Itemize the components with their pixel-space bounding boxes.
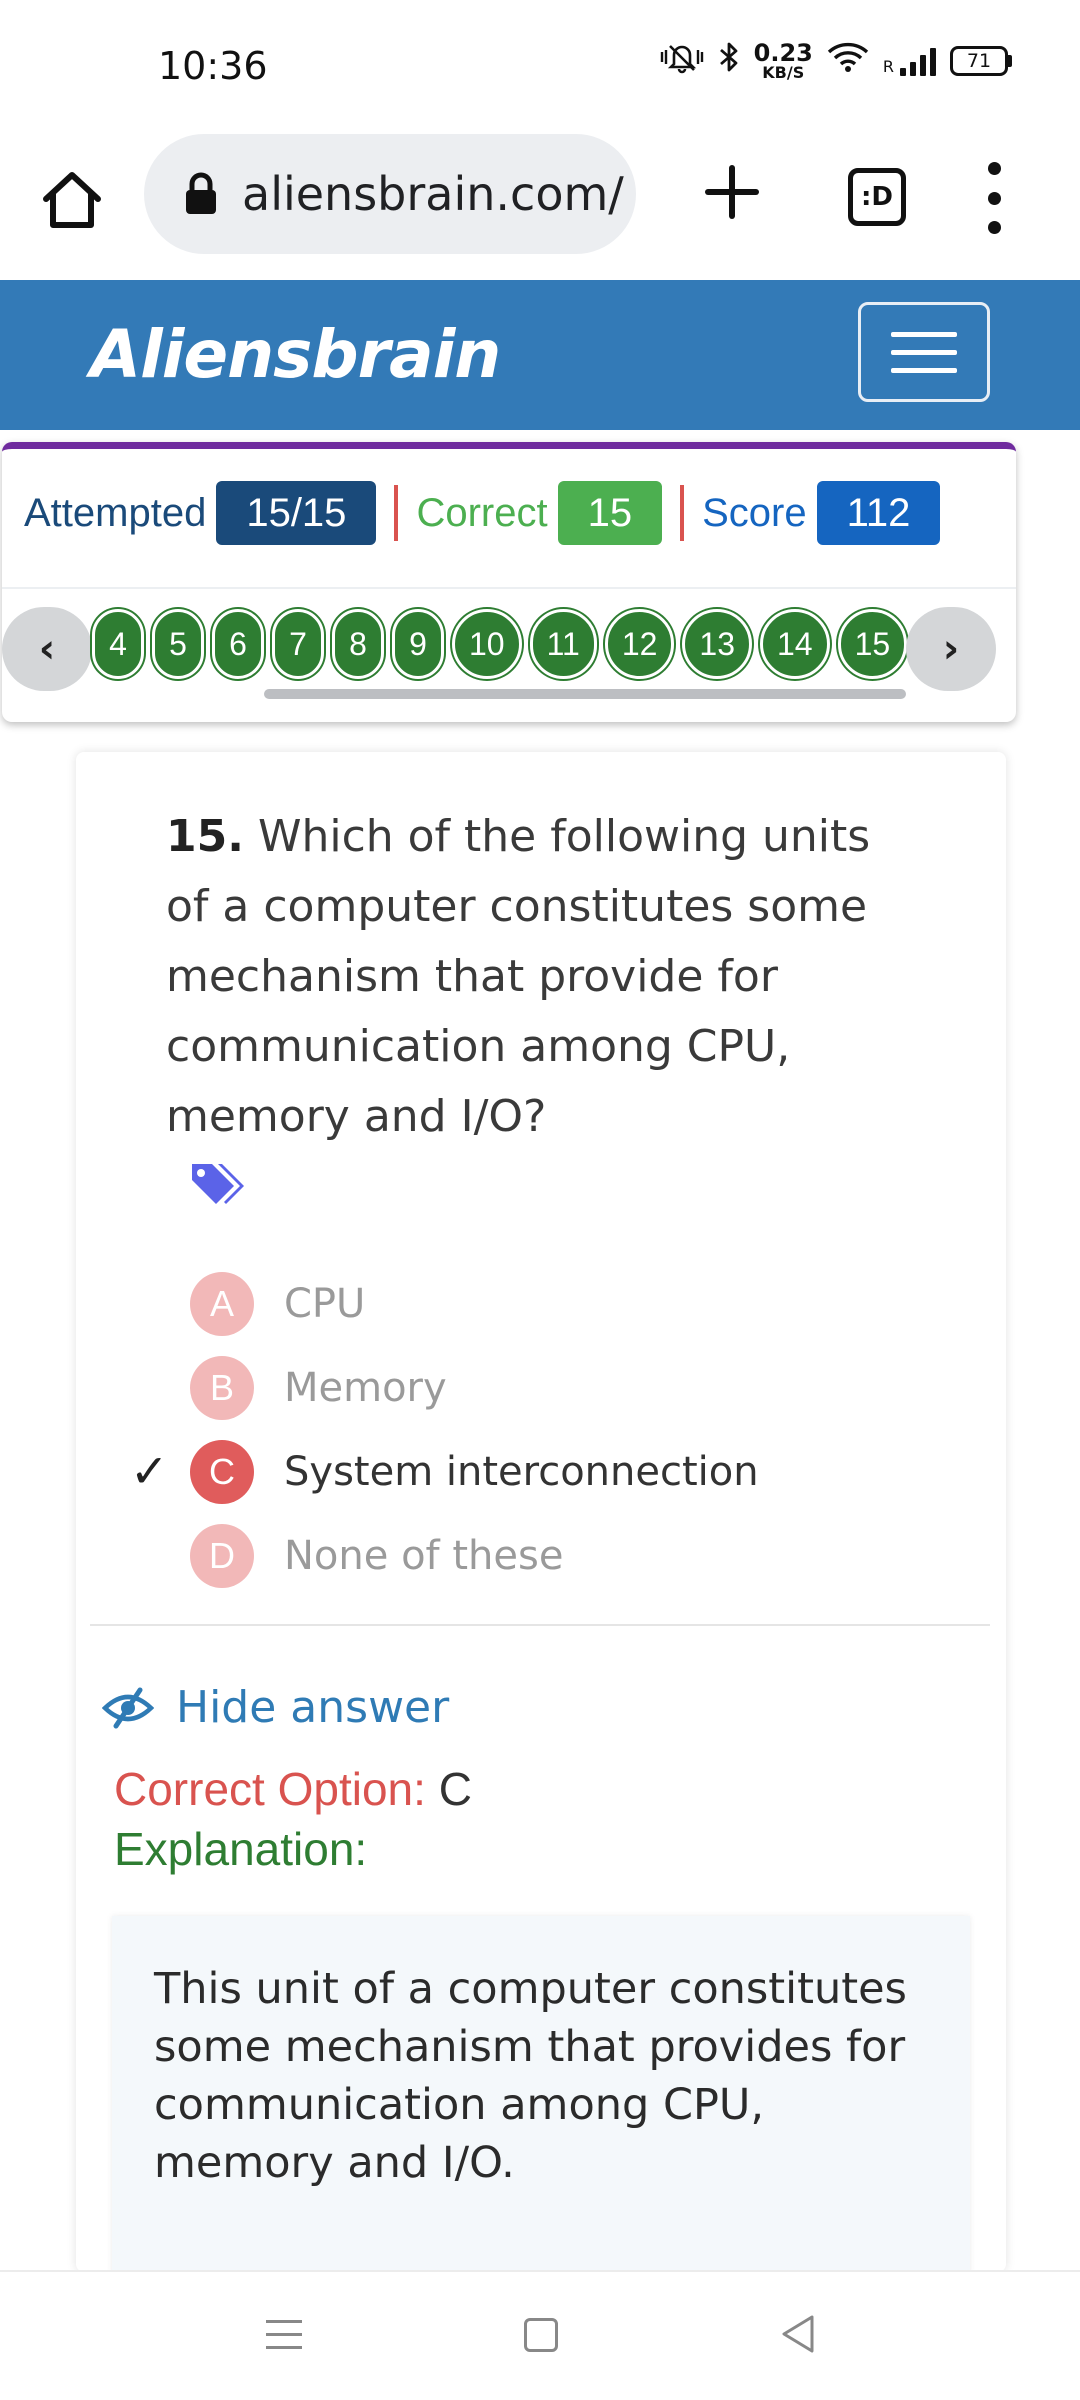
answer-options: A CPU B Memory ✓ C System interconnection D None… — [130, 1262, 759, 1598]
question-list-scrollbar[interactable] — [264, 689, 906, 699]
hide-answer-link[interactable]: Hide answer — [102, 1682, 449, 1733]
battery-icon: 71 — [950, 46, 1012, 76]
question-number-pill[interactable]: 12 — [604, 609, 675, 679]
explanation-box: This unit of a computer constitutes some… — [112, 1916, 970, 2276]
answer-option-a[interactable]: A CPU — [190, 1262, 759, 1346]
question-text: 15. Which of the following units of a co… — [166, 802, 926, 1152]
attempted-badge: 15/15 — [216, 481, 377, 545]
question-number-pill[interactable]: 7 — [272, 609, 324, 679]
prev-question-button[interactable]: ‹ — [2, 607, 92, 691]
menu-toggle-button[interactable] — [858, 302, 990, 402]
separator — [680, 485, 685, 541]
stats-row: Attempted 15/15 Correct 15 Score 112 — [24, 481, 941, 545]
question-number-pill[interactable]: 4 — [92, 609, 144, 679]
more-options-button[interactable] — [982, 162, 1006, 234]
correct-label: Correct — [416, 490, 548, 535]
address-bar[interactable]: aliensbrain.com/ — [144, 134, 636, 254]
correct-badge: 15 — [557, 481, 663, 545]
option-letter-badge: B — [190, 1356, 254, 1420]
wifi-icon — [827, 41, 869, 81]
divider — [2, 587, 1016, 589]
option-text: None of these — [284, 1533, 564, 1579]
hamburger-line — [891, 367, 957, 373]
divider — [90, 1624, 990, 1626]
option-text: Memory — [284, 1365, 447, 1411]
speed-unit: KB/S — [762, 63, 805, 82]
checkmark-icon: ✓ — [130, 1444, 169, 1498]
cell-signal-icon: R — [883, 46, 936, 76]
option-letter-badge: D — [190, 1524, 254, 1588]
correct-option-value: C — [438, 1763, 472, 1815]
tag-icon[interactable] — [190, 1160, 246, 1210]
eye-slash-icon — [102, 1687, 154, 1728]
site-navbar: Aliensbrain — [0, 280, 1080, 430]
question-number-pill[interactable]: 13 — [682, 609, 752, 679]
bluetooth-icon — [718, 40, 740, 82]
explanation-label: Explanation: — [114, 1823, 368, 1875]
hamburger-line — [891, 331, 957, 337]
question-number-pill[interactable]: 15 — [837, 609, 908, 679]
home-nav-button[interactable] — [524, 2318, 558, 2352]
more-dot — [987, 221, 1001, 234]
status-time: 10:36 — [158, 44, 268, 88]
system-navigation-bar — [0, 2270, 1080, 2400]
home-button[interactable] — [36, 164, 108, 236]
new-tab-button[interactable] — [700, 164, 764, 228]
score-label: Score — [702, 490, 807, 535]
question-number-pill[interactable]: 6 — [212, 609, 264, 679]
more-dot — [987, 162, 1001, 175]
recent-apps-button[interactable] — [266, 2320, 302, 2349]
option-text: System interconnection — [284, 1449, 759, 1495]
url-text: aliensbrain.com/ — [242, 167, 624, 221]
explanation-text: This unit of a computer constitutes some… — [154, 1964, 907, 2188]
browser-toolbar: aliensbrain.com/ :D — [0, 120, 1080, 280]
network-speed: 0.23 KB/S — [754, 41, 813, 81]
question-number-pill[interactable]: 14 — [760, 609, 830, 679]
question-card: 15. Which of the following units of a co… — [76, 752, 1006, 2276]
score-badge: 112 — [816, 481, 941, 545]
answer-option-d[interactable]: D None of these — [190, 1514, 759, 1598]
more-dot — [987, 191, 1001, 205]
option-letter-badge: C — [190, 1440, 254, 1504]
battery-level: 71 — [950, 46, 1008, 76]
question-number-pill[interactable]: 11 — [529, 609, 597, 679]
question-number-pill[interactable]: 5 — [152, 609, 204, 679]
plus-icon — [705, 165, 759, 219]
question-number-list: 4 5 6 7 8 9 10 11 12 13 14 15 — [92, 609, 908, 679]
hamburger-line — [891, 349, 957, 355]
roaming-label: R — [882, 57, 894, 76]
question-number-pill[interactable]: 10 — [452, 609, 522, 679]
tab-switcher-button[interactable]: :D — [848, 168, 906, 226]
brand-logo[interactable]: Aliensbrain — [90, 316, 501, 393]
lock-icon — [186, 172, 216, 214]
status-bar: 10:36 0.23 KB/S R 71 — [0, 0, 1080, 120]
next-question-button[interactable]: › — [906, 607, 996, 691]
mute-vibrate-icon — [660, 40, 704, 82]
speed-value: 0.23 — [753, 39, 813, 67]
home-icon — [43, 172, 101, 228]
correct-option-line: Correct Option: C — [114, 1762, 472, 1816]
answer-option-c[interactable]: ✓ C System interconnection — [130, 1430, 759, 1514]
option-text: CPU — [284, 1281, 366, 1327]
separator — [394, 485, 399, 541]
hide-answer-label: Hide answer — [176, 1682, 450, 1733]
back-nav-button[interactable] — [780, 2314, 816, 2354]
question-number: 15. — [166, 811, 244, 862]
question-body: Which of the following units of a comput… — [166, 811, 871, 1142]
question-number-pill[interactable]: 9 — [392, 609, 444, 679]
attempted-label: Attempted — [24, 490, 207, 535]
question-number-pill[interactable]: 8 — [332, 609, 384, 679]
quiz-stats-card: Attempted 15/15 Correct 15 Score 112 ‹ 4… — [2, 442, 1016, 722]
status-icons: 0.23 KB/S R 71 — [660, 40, 1012, 82]
answer-option-b[interactable]: B Memory — [190, 1346, 759, 1430]
option-letter-badge: A — [190, 1272, 254, 1336]
correct-option-label: Correct Option: — [114, 1763, 426, 1815]
